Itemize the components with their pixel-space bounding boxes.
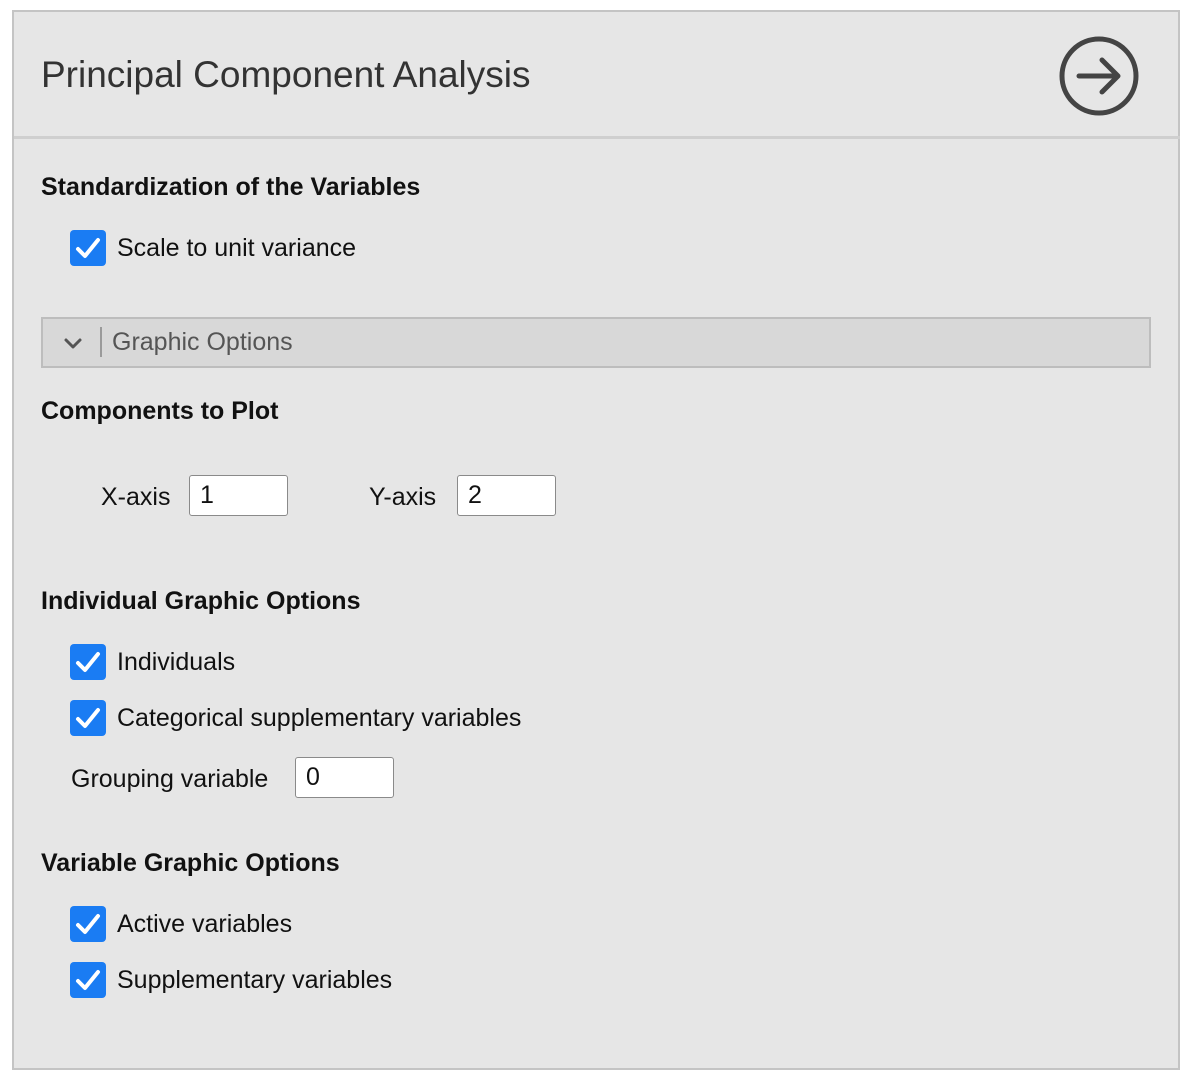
- checkbox-checked[interactable]: [70, 962, 106, 998]
- checkbox-checked[interactable]: [70, 700, 106, 736]
- checkmark-icon: [76, 652, 100, 672]
- x-axis-input[interactable]: [189, 475, 288, 516]
- standardization-title: Standardization of the Variables: [41, 173, 421, 201]
- checkbox-checked[interactable]: [70, 644, 106, 680]
- checkmark-icon: [76, 238, 100, 258]
- checkmark-icon: [76, 914, 100, 934]
- graphic-options-collapsible[interactable]: Graphic Options: [41, 317, 1151, 368]
- categorical-supplementary-label: Categorical supplementary variables: [117, 703, 522, 732]
- active-variables-label: Active variables: [117, 909, 293, 938]
- checkmark-icon: [76, 970, 100, 990]
- x-axis-label: X-axis: [101, 483, 171, 511]
- options-panel: Principal Component Analysis Standardiza…: [12, 10, 1180, 1070]
- individuals-checkbox[interactable]: Individuals: [70, 644, 235, 680]
- supplementary-variables-label: Supplementary variables: [117, 965, 393, 994]
- supplementary-variables-checkbox[interactable]: Supplementary variables: [70, 962, 392, 998]
- grouping-variable-input[interactable]: [295, 757, 394, 798]
- checkbox-checked[interactable]: [70, 906, 106, 942]
- checkmark-icon: [76, 708, 100, 728]
- divider: [100, 327, 102, 357]
- variable-options-title: Variable Graphic Options: [41, 849, 340, 877]
- individual-options-title: Individual Graphic Options: [41, 587, 361, 615]
- page-title: Principal Component Analysis: [41, 54, 531, 95]
- y-axis-label: Y-axis: [369, 483, 437, 511]
- categorical-supplementary-checkbox[interactable]: Categorical supplementary variables: [70, 700, 521, 736]
- graphic-options-label: Graphic Options: [112, 328, 293, 356]
- scale-to-unit-variance-checkbox[interactable]: Scale to unit variance: [70, 230, 356, 266]
- y-axis-input[interactable]: [457, 475, 556, 516]
- scale-to-unit-variance-label: Scale to unit variance: [117, 233, 357, 262]
- grouping-variable-label: Grouping variable: [71, 765, 269, 793]
- individuals-label: Individuals: [117, 647, 236, 676]
- panel-header: Principal Component Analysis: [14, 12, 1180, 139]
- run-button[interactable]: [1058, 35, 1140, 117]
- chevron-down-icon: [64, 338, 82, 349]
- arrow-right-circle-icon: [1059, 36, 1139, 116]
- active-variables-checkbox[interactable]: Active variables: [70, 906, 292, 942]
- checkbox-checked[interactable]: [70, 230, 106, 266]
- components-title: Components to Plot: [41, 397, 279, 425]
